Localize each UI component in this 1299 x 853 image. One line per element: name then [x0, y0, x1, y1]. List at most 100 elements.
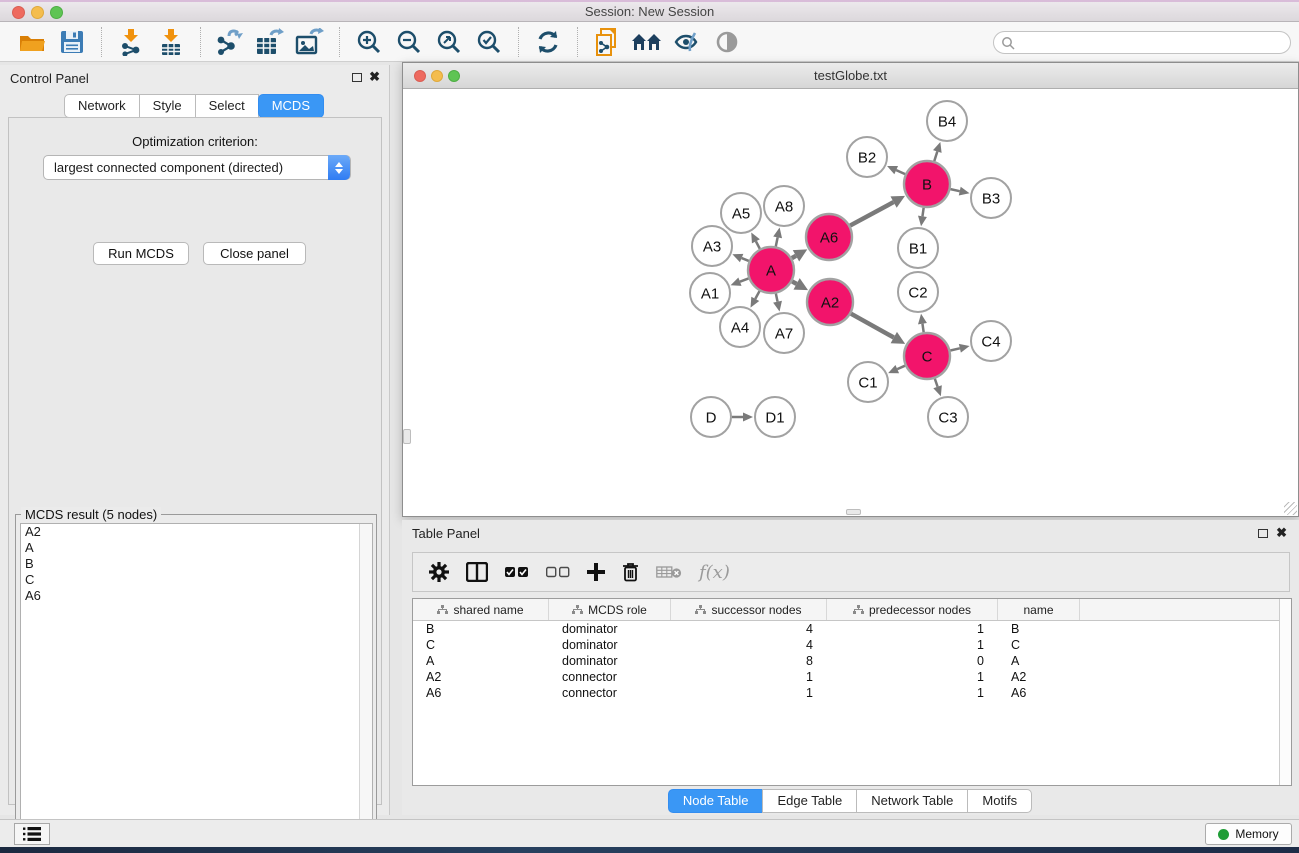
- network-minimize-traffic-light[interactable]: [431, 70, 443, 82]
- graph-edge-C-C4[interactable]: [950, 344, 969, 353]
- mcds-result-item[interactable]: A: [21, 540, 372, 556]
- table-cell[interactable]: B: [413, 621, 549, 637]
- graph-node-B1[interactable]: B1: [898, 228, 938, 268]
- network-zoom-traffic-light[interactable]: [448, 70, 460, 82]
- graph-node-A2[interactable]: A2: [807, 279, 853, 325]
- tab-mcds[interactable]: MCDS: [258, 94, 324, 118]
- table-cell[interactable]: A2: [413, 669, 549, 685]
- table-cell[interactable]: dominator: [549, 653, 671, 669]
- delete-table-button[interactable]: [656, 565, 682, 579]
- table-row[interactable]: Adominator80A: [413, 653, 1291, 669]
- table-cell[interactable]: 1: [827, 669, 998, 685]
- import-network-button[interactable]: [114, 25, 148, 59]
- delete-column-button[interactable]: [622, 562, 639, 582]
- table-cell[interactable]: connector: [549, 669, 671, 685]
- table-cell[interactable]: 4: [671, 621, 827, 637]
- graph-edge-A-A3[interactable]: [732, 254, 748, 262]
- open-session-button[interactable]: [15, 25, 49, 59]
- table-cell[interactable]: connector: [549, 685, 671, 701]
- column-header-successor-nodes[interactable]: successor nodes: [671, 599, 827, 620]
- table-cell[interactable]: 8: [671, 653, 827, 669]
- graph-node-A6[interactable]: A6: [806, 214, 852, 260]
- tab-motifs[interactable]: Motifs: [967, 789, 1032, 813]
- export-image-button[interactable]: [293, 25, 327, 59]
- tab-node-table[interactable]: Node Table: [668, 789, 764, 813]
- table-cell[interactable]: C: [413, 637, 549, 653]
- graph-edge-B-B2[interactable]: [887, 166, 905, 174]
- show-columns-button[interactable]: [466, 562, 488, 582]
- column-header-predecessor-nodes[interactable]: predecessor nodes: [827, 599, 998, 620]
- graph-node-B3[interactable]: B3: [971, 178, 1011, 218]
- graph-edge-C-C1[interactable]: [888, 365, 905, 373]
- zoom-fit-button[interactable]: [432, 25, 466, 59]
- float-panel-icon[interactable]: [352, 73, 362, 82]
- tab-network[interactable]: Network: [64, 94, 140, 118]
- graph-edge-A-A1[interactable]: [731, 277, 749, 285]
- graph-node-C2[interactable]: C2: [898, 272, 938, 312]
- select-all-button[interactable]: [505, 566, 529, 578]
- task-history-button[interactable]: [14, 823, 50, 845]
- graph-edge-A-A5[interactable]: [751, 232, 760, 248]
- table-row[interactable]: A6connector11A6: [413, 685, 1291, 701]
- table-float-icon[interactable]: [1258, 529, 1268, 538]
- graph-node-C[interactable]: C: [904, 333, 950, 379]
- graph-edge-A2-C[interactable]: [851, 314, 905, 344]
- save-session-button[interactable]: [55, 25, 89, 59]
- graph-edge-A-A7[interactable]: [773, 294, 782, 312]
- table-cell[interactable]: A: [998, 653, 1080, 669]
- zoom-selected-button[interactable]: [472, 25, 506, 59]
- hide-details-button[interactable]: [670, 25, 704, 59]
- table-cell[interactable]: 4: [671, 637, 827, 653]
- mcds-result-item[interactable]: C: [21, 572, 372, 588]
- search-input[interactable]: [1018, 33, 1284, 52]
- graph-edge-B-B1[interactable]: [918, 208, 927, 226]
- tab-edge-table[interactable]: Edge Table: [762, 789, 857, 813]
- table-cell[interactable]: C: [998, 637, 1080, 653]
- close-panel-button[interactable]: Close panel: [203, 242, 306, 265]
- table-cell[interactable]: dominator: [549, 637, 671, 653]
- clone-network-button[interactable]: [590, 25, 624, 59]
- graph-edge-A-A8[interactable]: [773, 228, 782, 247]
- graph-node-C1[interactable]: C1: [848, 362, 888, 402]
- table-cell[interactable]: 1: [671, 685, 827, 701]
- column-header-MCDS-role[interactable]: MCDS role: [549, 599, 671, 620]
- graph-node-A[interactable]: A: [748, 247, 794, 293]
- graph-edge-C-C3[interactable]: [933, 379, 942, 397]
- table-cell[interactable]: dominator: [549, 621, 671, 637]
- graph-node-C4[interactable]: C4: [971, 321, 1011, 361]
- table-row[interactable]: Cdominator41C: [413, 637, 1291, 653]
- close-panel-icon[interactable]: ✖: [369, 70, 380, 84]
- tab-style[interactable]: Style: [139, 94, 196, 118]
- graph-edge-C-C2[interactable]: [918, 314, 927, 332]
- graph-edge-D-D1[interactable]: [732, 413, 753, 422]
- tab-network-table[interactable]: Network Table: [856, 789, 968, 813]
- graph-edge-A-A4[interactable]: [751, 291, 760, 308]
- deselect-all-button[interactable]: [546, 566, 570, 578]
- graph-node-A8[interactable]: A8: [764, 186, 804, 226]
- network-canvas[interactable]: B4B2BB3A5A8A6A3B1AC2A1A2A4A7C4CC1DD1C3: [403, 89, 1298, 516]
- add-column-button[interactable]: [587, 563, 605, 581]
- graph-node-A4[interactable]: A4: [720, 307, 760, 347]
- graph-edge-A6-B[interactable]: [850, 196, 905, 226]
- home-view-button[interactable]: [630, 25, 664, 59]
- memory-button[interactable]: Memory: [1205, 823, 1292, 845]
- graph-node-A1[interactable]: A1: [690, 273, 730, 313]
- function-builder-button[interactable]: f(x): [699, 562, 730, 583]
- column-header-shared-name[interactable]: shared name: [413, 599, 549, 620]
- graph-node-A7[interactable]: A7: [764, 313, 804, 353]
- table-row[interactable]: Bdominator41B: [413, 621, 1291, 637]
- graph-edge-B-B3[interactable]: [950, 187, 969, 196]
- table-close-icon[interactable]: ✖: [1276, 526, 1287, 540]
- tab-select[interactable]: Select: [195, 94, 259, 118]
- table-cell[interactable]: B: [998, 621, 1080, 637]
- network-close-traffic-light[interactable]: [414, 70, 426, 82]
- vertical-scroll-mark[interactable]: [403, 429, 411, 444]
- mcds-result-item[interactable]: A6: [21, 588, 372, 604]
- table-cell[interactable]: A2: [998, 669, 1080, 685]
- table-cell[interactable]: A: [413, 653, 549, 669]
- zoom-out-button[interactable]: [392, 25, 426, 59]
- table-cell[interactable]: 1: [671, 669, 827, 685]
- criterion-select[interactable]: largest connected component (directed): [43, 155, 351, 180]
- graph-node-D1[interactable]: D1: [755, 397, 795, 437]
- graph-edge-A-A2[interactable]: [792, 278, 808, 290]
